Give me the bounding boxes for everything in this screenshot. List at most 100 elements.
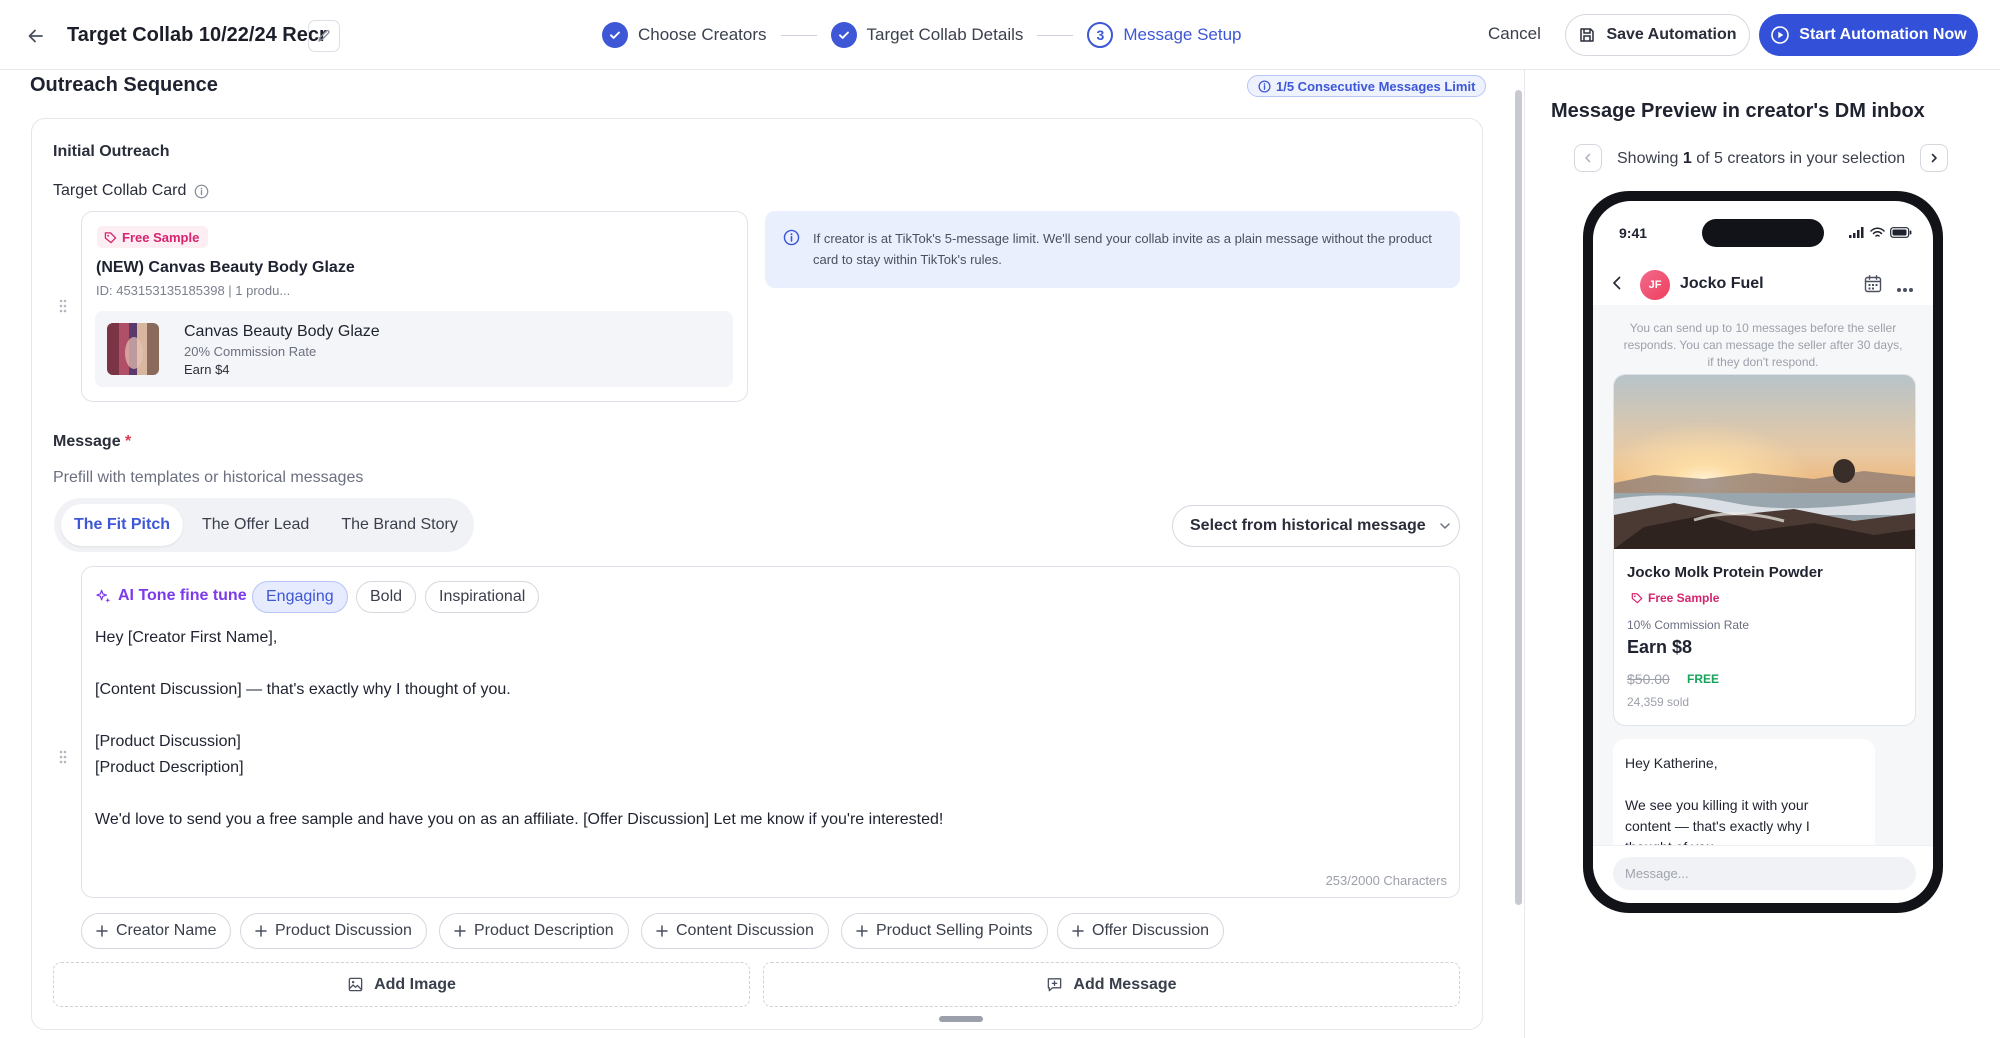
variable-label: Creator Name [116, 922, 217, 939]
template-offer-lead[interactable]: The Offer Lead [189, 504, 322, 546]
chevron-left-icon [1582, 152, 1594, 164]
plus-icon [454, 925, 466, 937]
variable-label: Product Description [474, 922, 614, 939]
section-title: Outreach Sequence [30, 74, 218, 96]
signal-icon [1849, 225, 1865, 243]
plus-icon [96, 925, 108, 937]
variable-label: Product Selling Points [876, 922, 1033, 939]
tone-inspirational[interactable]: Inspirational [425, 581, 540, 613]
free-sample-badge: Free Sample [97, 226, 209, 248]
dm-free-label: FREE [1687, 672, 1720, 686]
dm-product-name: Jocko Molk Protein Powder [1627, 564, 1823, 581]
tag-icon [104, 231, 117, 244]
step-number: 3 [1087, 22, 1114, 48]
phone-screen: 9:41 JF Jocko Fuel You can send up to 10… [1593, 201, 1933, 903]
collab-commission-rate: 20% Commission Rate [184, 344, 317, 359]
back-button[interactable] [22, 22, 50, 50]
pane-divider [1524, 70, 1525, 1038]
collab-card-title: (NEW) Canvas Beauty Body Glaze [96, 259, 355, 276]
message-line: We'd love to send you a free sample and … [95, 811, 944, 828]
step-message-setup[interactable]: 3 Message Setup [1087, 22, 1242, 48]
collab-card-subtitle: ID: 453153135185398 | 1 produ... [96, 283, 291, 298]
tone-bold[interactable]: Bold [356, 581, 417, 613]
resize-handle[interactable] [939, 1016, 983, 1022]
pencil-icon [316, 28, 332, 44]
variable-label: Offer Discussion [1092, 922, 1210, 939]
creator-pager-text: Showing 1 of 5 creators in your selectio… [1617, 150, 1905, 168]
target-collab-card[interactable]: Free Sample (NEW) Canvas Beauty Body Gla… [81, 211, 748, 402]
save-automation-button[interactable]: Save Automation [1565, 14, 1750, 56]
variable-label: Product Discussion [275, 922, 412, 939]
target-collab-card-label: Target Collab Card [53, 182, 209, 200]
contact-name: Jocko Fuel [1680, 275, 1764, 292]
play-circle-icon [1770, 25, 1790, 45]
insert-content-discussion-button[interactable]: Content Discussion [641, 913, 829, 949]
drag-handle-icon[interactable] [58, 298, 68, 319]
message-label: Message * [53, 433, 131, 451]
status-icons [1849, 225, 1912, 243]
insert-creator-name-button[interactable]: Creator Name [81, 913, 232, 949]
chat-body: You can send up to 10 messages before th… [1593, 305, 1933, 869]
showing-prefix: Showing [1617, 150, 1679, 167]
showing-suffix: of 5 creators in your selection [1696, 150, 1906, 167]
preview-title: Message Preview in creator's DM inbox [1551, 100, 1925, 122]
historical-message-select[interactable]: Select from historical message [1172, 505, 1460, 547]
ai-tone-text: AI Tone fine tune [118, 587, 247, 604]
template-fit-pitch[interactable]: The Fit Pitch [61, 504, 183, 546]
message-line: [Product Discussion] [95, 733, 241, 750]
messages-limit-badge: 1/5 Consecutive Messages Limit [1247, 75, 1487, 97]
message-editor[interactable]: AI Tone fine tune Engaging Bold Inspirat… [81, 566, 1460, 898]
message-composer-input[interactable]: Message... [1613, 857, 1916, 890]
free-sample-text: Free Sample [122, 229, 200, 245]
step-label: Choose Creators [638, 25, 767, 44]
insert-product-selling-points-button[interactable]: Product Selling Points [841, 913, 1048, 949]
target-collab-card-text: Target Collab Card [53, 182, 187, 199]
insert-product-description-button[interactable]: Product Description [439, 913, 629, 949]
scrollbar[interactable] [1515, 90, 1522, 905]
calendar-icon[interactable] [1863, 274, 1883, 299]
plus-icon [856, 925, 868, 937]
insert-product-discussion-button[interactable]: Product Discussion [240, 913, 427, 949]
chevron-left-icon[interactable] [1611, 275, 1623, 296]
collab-product-name: Canvas Beauty Body Glaze [184, 323, 380, 340]
bubble-text: Hey Katherine, We see you killing it wit… [1625, 753, 1850, 858]
tone-engaging[interactable]: Engaging [252, 581, 348, 613]
prefill-label: Prefill with templates or historical mes… [53, 469, 364, 486]
plus-icon [255, 925, 267, 937]
template-brand-story[interactable]: The Brand Story [328, 504, 471, 546]
drag-handle-icon[interactable] [58, 749, 68, 770]
wifi-icon [1870, 225, 1885, 243]
dm-product-card[interactable]: Jocko Molk Protein Powder Free Sample 10… [1613, 374, 1916, 726]
previous-creator-button[interactable] [1574, 144, 1602, 172]
add-image-label: Add Image [374, 975, 456, 993]
messages-limit-text: 1/5 Consecutive Messages Limit [1276, 78, 1476, 94]
collab-earn-amount: Earn $4 [184, 362, 230, 377]
message-line: [Content Discussion] — that's exactly wh… [95, 681, 511, 698]
chevron-right-icon [1928, 152, 1940, 164]
info-icon[interactable] [194, 184, 209, 199]
initial-outreach-label: Initial Outreach [53, 143, 170, 160]
info-text: If creator is at TikTok's 5-message limi… [813, 231, 1432, 267]
more-horizontal-icon[interactable] [1896, 280, 1914, 298]
insert-offer-discussion-button[interactable]: Offer Discussion [1057, 913, 1225, 949]
collab-product-row: Canvas Beauty Body Glaze 20% Commission … [95, 311, 733, 387]
dynamic-island [1702, 219, 1824, 247]
next-creator-button[interactable] [1920, 144, 1948, 172]
free-sample-text: Free Sample [1648, 591, 1720, 605]
stepper: Choose Creators Target Collab Details 3 … [602, 21, 1242, 49]
step-choose-creators[interactable]: Choose Creators [602, 22, 767, 48]
add-message-button[interactable]: Add Message [763, 962, 1460, 1007]
ai-tone-label: AI Tone fine tune [95, 587, 247, 605]
add-image-button[interactable]: Add Image [53, 962, 750, 1007]
cancel-button[interactable]: Cancel [1488, 24, 1541, 44]
page-title: Target Collab 10/22/24 Recr [67, 24, 327, 46]
start-automation-button[interactable]: Start Automation Now [1759, 14, 1978, 56]
phone-mockup: 9:41 JF Jocko Fuel You can send up to 10… [1583, 191, 1943, 913]
edit-title-button[interactable] [308, 20, 340, 52]
step-target-collab-details[interactable]: Target Collab Details [830, 22, 1023, 48]
battery-icon [1890, 225, 1912, 243]
info-icon [783, 229, 800, 246]
check-circle-icon [830, 22, 857, 48]
image-icon [347, 976, 364, 993]
save-automation-label: Save Automation [1606, 26, 1737, 43]
